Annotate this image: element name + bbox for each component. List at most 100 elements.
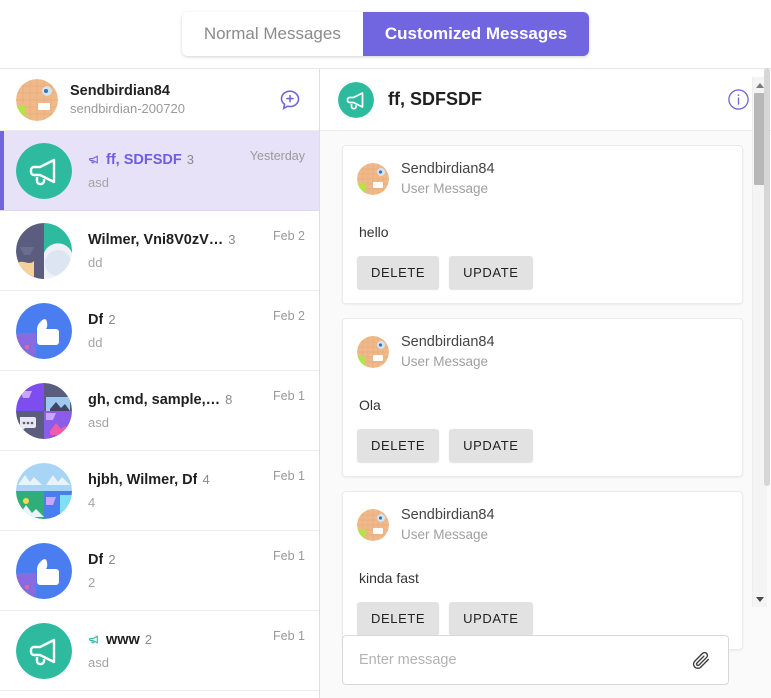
channel-title-line: ff, SDFSDF 3 [88,152,242,168]
channel-info: Df 2 2 [88,552,265,590]
message-type-label: User Message [401,354,489,369]
current-user-avatar [16,78,58,121]
message-actions: DELETE UPDATE [357,602,726,635]
channel-info: www 2 asd [88,632,265,670]
chat-header: ff, SDFSDF [320,69,771,131]
chat-channel-title: ff, SDFSDF [388,89,482,109]
message-mode-toggle-bar: Normal Messages Customized Messages [0,0,771,68]
page-scrollbar[interactable] [763,68,771,698]
channel-avatar-group [16,222,72,279]
channel-member-count: 8 [225,392,233,407]
message-text: kinda fast [359,570,419,586]
channel-title: gh, cmd, sample,… [88,391,221,408]
channel-info: Wilmer, Vni8V0zV… 3 dd [88,232,265,270]
channel-member-count: 2 [144,632,153,647]
update-button[interactable]: UPDATE [449,256,533,289]
message-list[interactable]: Sendbirdian84 User Message hello DELETE … [320,131,771,698]
message-sender-avatar [357,509,389,541]
channel-avatar-megaphone [16,142,72,199]
channel-timestamp: Feb 2 [273,229,305,243]
channel-member-count: 2 [108,552,116,567]
segmented-control: Normal Messages Customized Messages [181,12,590,56]
message-composer [342,635,729,685]
channel-timestamp: Feb 2 [273,309,305,323]
chat-channel-avatar [338,81,374,118]
message-actions: DELETE UPDATE [357,256,726,289]
current-user-nickname: Sendbirdian84 [70,82,170,99]
channel-member-count: 3 [186,152,194,167]
channel-avatar-thumb [16,542,72,599]
message-actions: DELETE UPDATE [357,429,726,462]
channel-avatar-group [16,462,72,519]
update-button[interactable]: UPDATE [449,602,533,635]
current-user-info: Sendbirdian84 sendbirdian-200720 [70,83,275,117]
chat-panel: ff, SDFSDF Sendbirdian84 User Message he… [320,69,771,698]
message-sender-info: Sendbirdian84 User Message [401,506,495,544]
update-button[interactable]: UPDATE [449,429,533,462]
channel-title: hjbh, Wilmer, Df [88,471,198,488]
channel-title-line: Df 2 [88,552,265,568]
delete-button[interactable]: DELETE [357,602,440,635]
channel-item-wilmer[interactable]: Wilmer, Vni8V0zV… 3 dd Feb 2 [0,211,319,291]
message-sender-name: Sendbirdian84 [401,334,495,350]
tab-normal-messages[interactable]: Normal Messages [181,12,363,56]
channel-item-gh-cmd-sample[interactable]: gh, cmd, sample,… 8 asd Feb 1 [0,371,319,451]
channel-member-count: 3 [228,232,236,247]
channel-list-panel: Sendbirdian84 sendbirdian-200720 ff, SDF… [0,69,320,698]
chat-plus-icon[interactable] [275,85,305,115]
message-header: Sendbirdian84 User Message [357,160,726,198]
tab-customized-messages[interactable]: Customized Messages [362,12,590,56]
message-card: Sendbirdian84 User Message hello DELETE … [342,145,743,304]
channel-item-df-2[interactable]: Df 2 2 Feb 1 [0,531,319,611]
channel-title-line: hjbh, Wilmer, Df 4 [88,472,265,488]
message-sender-avatar [357,163,389,195]
app-root: Normal Messages Customized Messages Send… [0,0,771,698]
message-sender-name: Sendbirdian84 [401,161,495,177]
message-sender-name: Sendbirdian84 [401,507,495,523]
delete-button[interactable]: DELETE [357,256,440,289]
channel-last-message: asd [88,654,109,670]
channel-info: hjbh, Wilmer, Df 4 4 [88,472,265,510]
channel-avatar-thumb [16,302,72,359]
message-sender-info: Sendbirdian84 User Message [401,333,495,371]
channel-timestamp: Feb 1 [273,469,305,483]
message-input[interactable] [357,651,688,669]
channel-list[interactable]: ff, SDFSDF 3 asd Yesterday Wilmer, Vni8V… [0,131,319,698]
channel-title: ff, SDFSDF [106,151,182,168]
message-card: Sendbirdian84 User Message kinda fast DE… [342,491,743,650]
channel-title: Wilmer, Vni8V0zV… [88,231,224,248]
channel-title-line: Df 2 [88,312,265,328]
paperclip-icon[interactable] [688,647,714,673]
channel-last-message: asd [88,174,109,190]
channel-timestamp: Feb 1 [273,629,305,643]
broadcast-megaphone-icon [88,153,101,166]
channel-list-header: Sendbirdian84 sendbirdian-200720 [0,69,319,131]
channel-title: Df [88,551,104,568]
channel-item-df-1[interactable]: Df 2 dd Feb 2 [0,291,319,371]
message-type-label: User Message [401,181,489,196]
channel-last-message: 4 [88,494,96,510]
page-scrollbar-thumb[interactable] [764,68,770,486]
channel-member-count: 4 [202,472,210,487]
message-text: hello [359,224,389,240]
info-circle-icon[interactable] [723,85,753,115]
channel-title: Df [88,311,104,328]
broadcast-megaphone-icon [88,633,101,646]
channel-item-hjbh-wilmer-df[interactable]: hjbh, Wilmer, Df 4 4 Feb 1 [0,451,319,531]
message-card: Sendbirdian84 User Message Ola DELETE UP… [342,318,743,477]
message-sender-avatar [357,336,389,368]
channel-timestamp: Feb 1 [273,549,305,563]
channel-item-ff-sdfsdf[interactable]: ff, SDFSDF 3 asd Yesterday [0,131,319,211]
channel-item-www[interactable]: www 2 asd Feb 1 [0,611,319,691]
delete-button[interactable]: DELETE [357,429,440,462]
channel-title-line: www 2 [88,632,265,648]
channel-last-message: asd [88,414,109,430]
channel-info: Df 2 dd [88,312,265,350]
message-text: Ola [359,397,381,413]
main-split: Sendbirdian84 sendbirdian-200720 ff, SDF… [0,68,771,698]
channel-last-message: 2 [88,574,96,590]
channel-title-line: gh, cmd, sample,… 8 [88,392,265,408]
channel-member-count: 2 [108,312,116,327]
message-sender-info: Sendbirdian84 User Message [401,160,495,198]
channel-info: gh, cmd, sample,… 8 asd [88,392,265,430]
